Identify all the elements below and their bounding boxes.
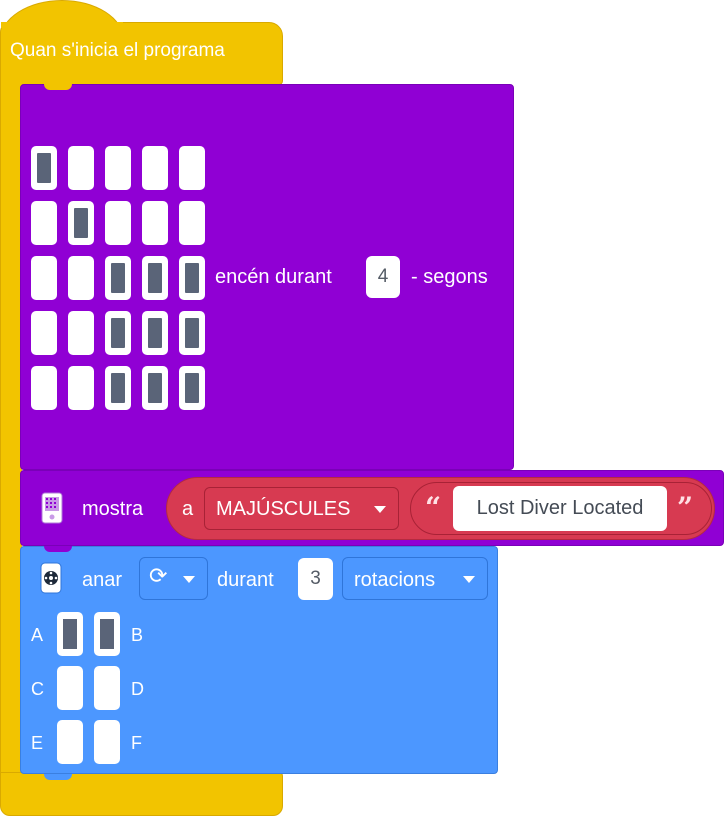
port-d[interactable]: [94, 666, 120, 710]
led-lit: [185, 318, 199, 348]
port-f[interactable]: [94, 720, 120, 764]
led-lit: [111, 318, 125, 348]
led-pixel[interactable]: [31, 256, 57, 300]
port-selected: [100, 619, 114, 649]
light-up-label: encén durant: [215, 266, 332, 288]
led-lit: [37, 153, 51, 183]
run-label: anar: [82, 569, 123, 591]
rotate-clockwise-icon: ⟳: [149, 564, 168, 589]
led-pixel[interactable]: [68, 146, 94, 190]
unit-dropdown[interactable]: rotacions: [342, 557, 488, 600]
duration-input[interactable]: 4: [366, 256, 400, 298]
led-pixel[interactable]: [31, 146, 57, 190]
led-lit: [148, 318, 162, 348]
port-e[interactable]: [57, 720, 83, 764]
block-notch: [44, 546, 72, 552]
a-label: a: [182, 498, 194, 520]
port-c[interactable]: [57, 666, 83, 710]
led-lit: [185, 373, 199, 403]
port-a[interactable]: [57, 612, 83, 656]
port-b[interactable]: [94, 612, 120, 656]
block-notch: [44, 84, 72, 90]
chevron-down-icon: [463, 576, 475, 583]
led-pixel[interactable]: [142, 311, 168, 355]
led-lit: [111, 263, 125, 293]
port-label: F: [131, 733, 142, 753]
close-quote-icon: ”: [677, 491, 694, 524]
case-dropdown-value: MAJÚSCULES: [216, 498, 351, 520]
unit-dropdown-value: rotacions: [354, 569, 436, 591]
chevron-down-icon: [374, 506, 386, 513]
text-input[interactable]: Lost Diver Located: [453, 486, 667, 531]
led-pixel[interactable]: [31, 311, 57, 355]
led-pixel[interactable]: [105, 366, 131, 410]
led-lit: [111, 373, 125, 403]
show-label: mostra: [82, 498, 144, 520]
during-label: durant: [217, 569, 274, 591]
block-notch: [44, 774, 72, 780]
led-pixel[interactable]: [142, 256, 168, 300]
case-dropdown[interactable]: MAJÚSCULES: [204, 487, 399, 530]
led-lit: [185, 263, 199, 293]
amount-input[interactable]: 3: [298, 558, 333, 600]
led-pixel[interactable]: [105, 256, 131, 300]
led-pixel[interactable]: [179, 146, 205, 190]
led-pixel[interactable]: [179, 201, 205, 245]
hub-display-icon: [41, 492, 63, 524]
led-pixel[interactable]: [105, 146, 131, 190]
port-selected: [63, 619, 77, 649]
open-quote-icon: “: [425, 491, 442, 524]
hat-seam: [1, 22, 123, 28]
led-lit: [148, 263, 162, 293]
led-lit: [148, 373, 162, 403]
hat-block-title: Quan s'inicia el programa: [10, 40, 225, 61]
led-pixel[interactable]: [142, 146, 168, 190]
led-pixel[interactable]: [31, 366, 57, 410]
port-label: E: [31, 733, 44, 753]
led-lit: [74, 208, 88, 238]
led-pixel[interactable]: [68, 366, 94, 410]
led-pixel[interactable]: [68, 201, 94, 245]
port-label: D: [131, 679, 144, 699]
led-pixel[interactable]: [105, 201, 131, 245]
led-pixel[interactable]: [142, 201, 168, 245]
seconds-label: - segons: [411, 266, 488, 288]
port-label: C: [31, 679, 44, 699]
led-pixel[interactable]: [68, 256, 94, 300]
chevron-down-icon: [183, 576, 195, 583]
c-block-spine: [0, 80, 22, 800]
port-label: A: [31, 625, 44, 645]
direction-dropdown[interactable]: ⟳: [139, 557, 208, 600]
led-pixel[interactable]: [142, 366, 168, 410]
led-pixel[interactable]: [68, 311, 94, 355]
led-pixel[interactable]: [105, 311, 131, 355]
led-pixel[interactable]: [179, 366, 205, 410]
port-label: B: [131, 625, 144, 645]
led-pixel[interactable]: [179, 256, 205, 300]
motor-icon: [40, 562, 62, 594]
led-pixel[interactable]: [31, 201, 57, 245]
led-pixel[interactable]: [179, 311, 205, 355]
c-block-bottom: [0, 772, 283, 816]
